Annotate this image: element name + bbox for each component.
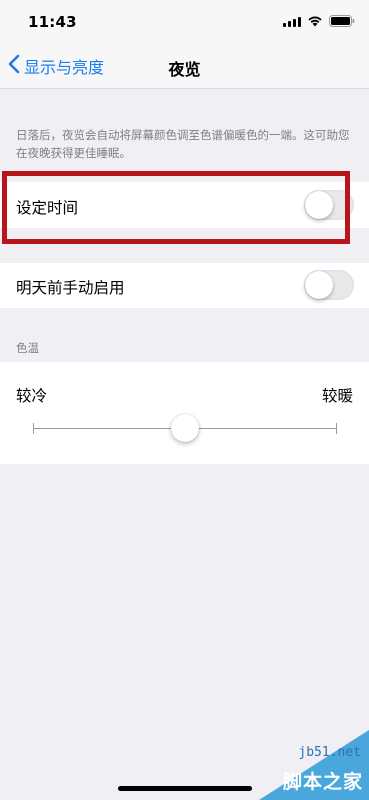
cooler-label: 较冷 <box>16 387 48 405</box>
color-temperature-card <box>0 362 369 464</box>
wifi-icon <box>307 15 323 27</box>
toggle-knob <box>305 271 333 299</box>
manual-enable-row[interactable]: 明天前手动启用 <box>0 263 369 308</box>
slider-min-tick <box>33 423 34 434</box>
color-temperature-header: 色温 <box>16 341 39 355</box>
color-temperature-slider-thumb[interactable] <box>171 414 199 442</box>
slider-max-tick <box>336 423 337 434</box>
page-title: 夜览 <box>168 60 201 79</box>
status-icons <box>283 15 355 27</box>
signal-icon <box>283 16 301 27</box>
status-bar: 11:43 <box>0 0 369 44</box>
navigation-bar: 显示与亮度 夜览 <box>0 44 369 89</box>
site-watermark: jb51.net 脚本之家 <box>229 730 369 800</box>
battery-icon <box>329 15 355 27</box>
watermark-name: 脚本之家 <box>282 771 363 793</box>
watermark-site: jb51.net <box>298 745 361 760</box>
night-shift-description: 日落后，夜览会自动将屏幕颜色调至色谱偏暖色的一端。这可助您在夜晚获得更佳睡眠。 <box>16 128 350 160</box>
warmer-label: 较暖 <box>321 387 353 405</box>
highlight-annotation <box>2 171 350 244</box>
manual-enable-toggle[interactable] <box>304 270 354 300</box>
manual-enable-label: 明天前手动启用 <box>16 279 125 297</box>
status-time: 11:43 <box>28 13 77 31</box>
